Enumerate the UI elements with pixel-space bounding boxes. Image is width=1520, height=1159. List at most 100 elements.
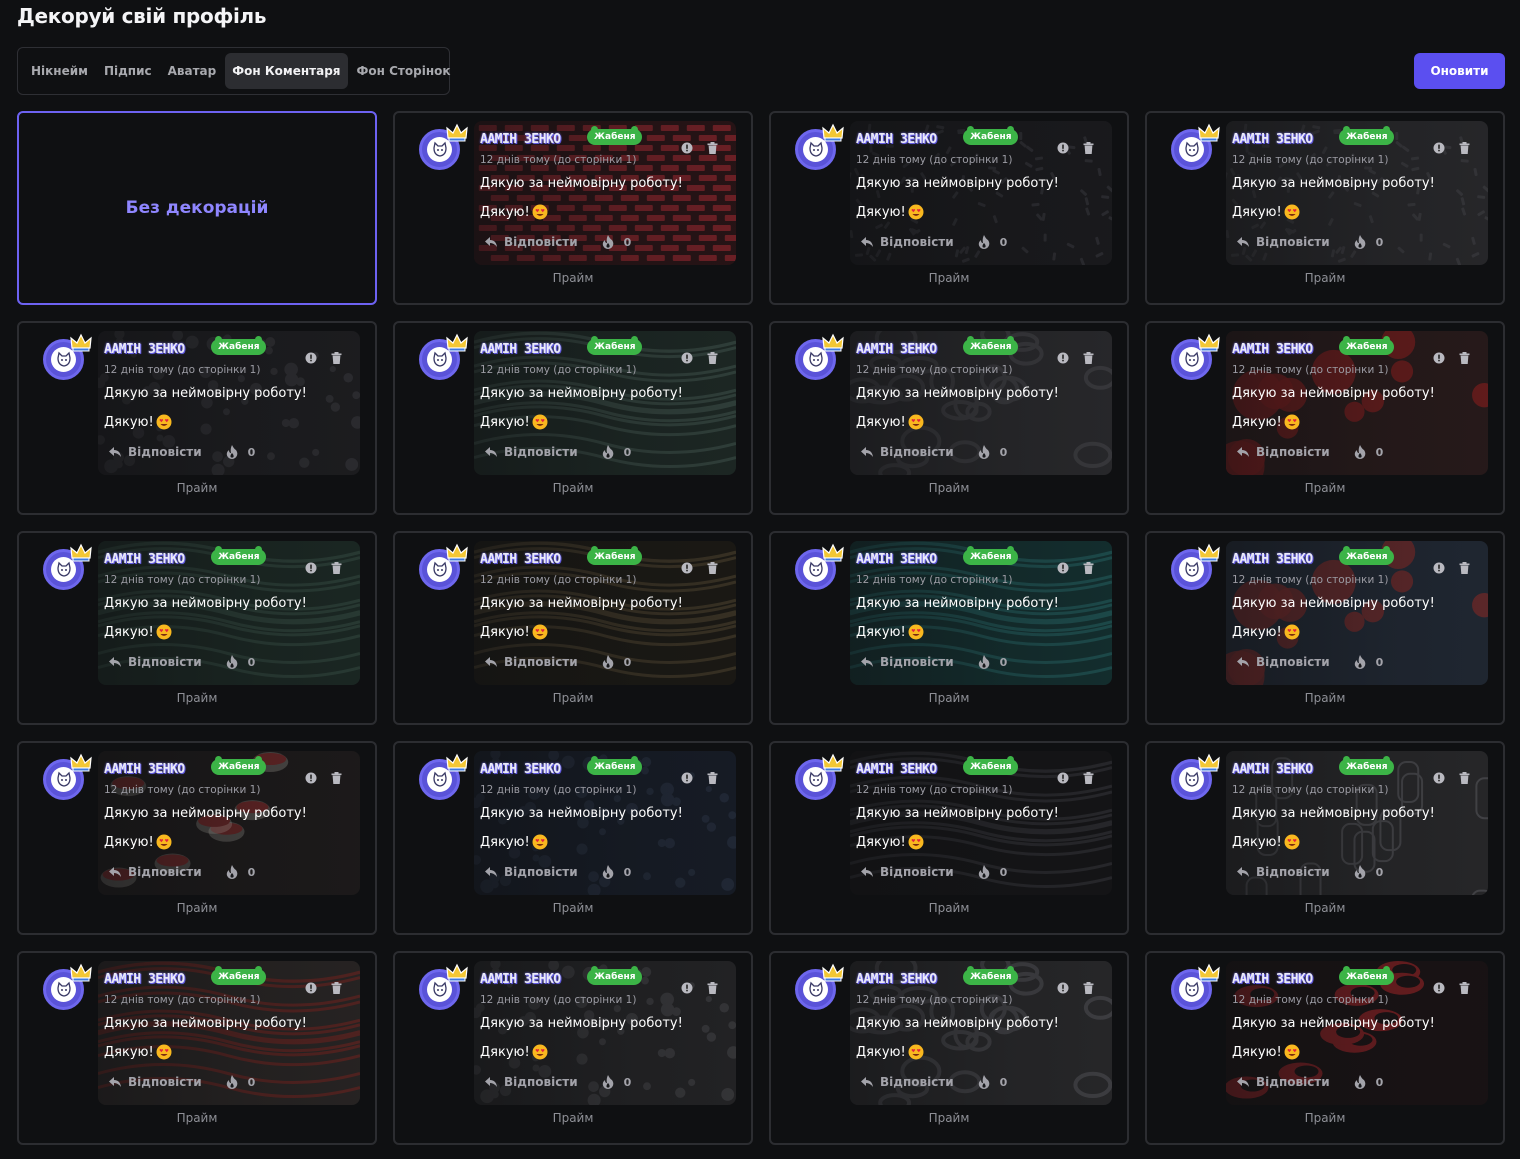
report-icon[interactable]: [1433, 142, 1445, 154]
decoration-card-14[interactable]: AAMIH 3EHKO Жабеня 12 днів тому (до стор…: [769, 741, 1129, 935]
delete-icon[interactable]: [331, 352, 342, 364]
reply-button[interactable]: Відповісти: [128, 865, 202, 879]
delete-icon[interactable]: [1459, 142, 1470, 154]
report-icon[interactable]: [681, 142, 693, 154]
decoration-card-1[interactable]: AAMIH 3EHKO Жабеня 12 днів тому (до стор…: [393, 111, 753, 305]
delete-icon[interactable]: [331, 772, 342, 784]
reply-button[interactable]: Відповісти: [128, 655, 202, 669]
decoration-card-18[interactable]: AAMIH 3EHKO Жабеня 12 днів тому (до стор…: [769, 951, 1129, 1145]
reply-icon[interactable]: [860, 236, 874, 248]
report-icon[interactable]: [1433, 772, 1445, 784]
reply-button[interactable]: Відповісти: [504, 1075, 578, 1089]
decoration-card-5[interactable]: AAMIH 3EHKO Жабеня 12 днів тому (до стор…: [393, 321, 753, 515]
decoration-card-16[interactable]: AAMIH 3EHKO Жабеня 12 днів тому (до стор…: [17, 951, 377, 1145]
decoration-card-9[interactable]: AAMIH 3EHKO Жабеня 12 днів тому (до стор…: [393, 531, 753, 725]
report-icon[interactable]: [1433, 562, 1445, 574]
tab-comment-background[interactable]: Фон Коментаря: [225, 53, 348, 89]
reply-button[interactable]: Відповісти: [880, 235, 954, 249]
report-icon[interactable]: [681, 562, 693, 574]
reply-button[interactable]: Відповісти: [504, 445, 578, 459]
reply-button[interactable]: Відповісти: [880, 655, 954, 669]
report-icon[interactable]: [1433, 982, 1445, 994]
tab-nickname[interactable]: Нікнейм: [24, 53, 95, 89]
fire-reaction-icon[interactable]: [978, 235, 990, 249]
tab-page-background[interactable]: Фон Сторінок: [350, 53, 458, 89]
delete-icon[interactable]: [1459, 562, 1470, 574]
decoration-card-7[interactable]: AAMIH 3EHKO Жабеня 12 днів тому (до стор…: [1145, 321, 1505, 515]
delete-icon[interactable]: [707, 142, 718, 154]
reply-button[interactable]: Відповісти: [1256, 1075, 1330, 1089]
decoration-card-3[interactable]: AAMIH 3EHKO Жабеня 12 днів тому (до стор…: [1145, 111, 1505, 305]
delete-icon[interactable]: [707, 982, 718, 994]
delete-icon[interactable]: [1083, 352, 1094, 364]
no-decoration-card[interactable]: Без декорацій: [17, 111, 377, 305]
delete-icon[interactable]: [1083, 562, 1094, 574]
report-icon[interactable]: [305, 772, 317, 784]
reply-button[interactable]: Відповісти: [880, 1075, 954, 1089]
fire-reaction-icon[interactable]: [602, 1075, 614, 1089]
fire-reaction-icon[interactable]: [978, 865, 990, 879]
delete-icon[interactable]: [331, 982, 342, 994]
report-icon[interactable]: [1057, 772, 1069, 784]
delete-icon[interactable]: [331, 562, 342, 574]
fire-reaction-icon[interactable]: [226, 865, 238, 879]
delete-icon[interactable]: [1083, 772, 1094, 784]
fire-reaction-icon[interactable]: [226, 1075, 238, 1089]
fire-reaction-icon[interactable]: [1354, 655, 1366, 669]
delete-icon[interactable]: [1083, 982, 1094, 994]
reply-icon[interactable]: [484, 1076, 498, 1088]
reply-button[interactable]: Відповісти: [880, 865, 954, 879]
reply-icon[interactable]: [1236, 236, 1250, 248]
report-icon[interactable]: [305, 562, 317, 574]
reply-button[interactable]: Відповісти: [1256, 445, 1330, 459]
reply-icon[interactable]: [860, 866, 874, 878]
reply-icon[interactable]: [1236, 1076, 1250, 1088]
reply-icon[interactable]: [108, 1076, 122, 1088]
reply-icon[interactable]: [484, 446, 498, 458]
decoration-card-4[interactable]: AAMIH 3EHKO Жабеня 12 днів тому (до стор…: [17, 321, 377, 515]
decoration-card-15[interactable]: AAMIH 3EHKO Жабеня 12 днів тому (до стор…: [1145, 741, 1505, 935]
fire-reaction-icon[interactable]: [1354, 235, 1366, 249]
delete-icon[interactable]: [1459, 772, 1470, 784]
reply-button[interactable]: Відповісти: [128, 1075, 202, 1089]
reply-icon[interactable]: [860, 656, 874, 668]
reply-icon[interactable]: [108, 446, 122, 458]
fire-reaction-icon[interactable]: [602, 235, 614, 249]
fire-reaction-icon[interactable]: [602, 445, 614, 459]
report-icon[interactable]: [1057, 982, 1069, 994]
decoration-card-6[interactable]: AAMIH 3EHKO Жабеня 12 днів тому (до стор…: [769, 321, 1129, 515]
fire-reaction-icon[interactable]: [978, 445, 990, 459]
tab-signature[interactable]: Підпис: [97, 53, 159, 89]
report-icon[interactable]: [305, 982, 317, 994]
reply-button[interactable]: Відповісти: [128, 445, 202, 459]
tab-avatar[interactable]: Аватар: [161, 53, 224, 89]
decoration-card-13[interactable]: AAMIH 3EHKO Жабеня 12 днів тому (до стор…: [393, 741, 753, 935]
reply-button[interactable]: Відповісти: [1256, 865, 1330, 879]
reply-button[interactable]: Відповісти: [504, 865, 578, 879]
report-icon[interactable]: [1057, 562, 1069, 574]
fire-reaction-icon[interactable]: [978, 655, 990, 669]
update-button[interactable]: Оновити: [1414, 53, 1505, 89]
reply-icon[interactable]: [108, 866, 122, 878]
fire-reaction-icon[interactable]: [226, 445, 238, 459]
decoration-card-12[interactable]: AAMIH 3EHKO Жабеня 12 днів тому (до стор…: [17, 741, 377, 935]
reply-icon[interactable]: [1236, 866, 1250, 878]
fire-reaction-icon[interactable]: [226, 655, 238, 669]
report-icon[interactable]: [1433, 352, 1445, 364]
report-icon[interactable]: [1057, 142, 1069, 154]
reply-button[interactable]: Відповісти: [504, 235, 578, 249]
reply-button[interactable]: Відповісти: [880, 445, 954, 459]
fire-reaction-icon[interactable]: [602, 655, 614, 669]
delete-icon[interactable]: [707, 562, 718, 574]
reply-button[interactable]: Відповісти: [1256, 235, 1330, 249]
delete-icon[interactable]: [1083, 142, 1094, 154]
reply-icon[interactable]: [484, 236, 498, 248]
report-icon[interactable]: [681, 772, 693, 784]
reply-icon[interactable]: [484, 656, 498, 668]
fire-reaction-icon[interactable]: [1354, 865, 1366, 879]
report-icon[interactable]: [681, 982, 693, 994]
report-icon[interactable]: [681, 352, 693, 364]
reply-button[interactable]: Відповісти: [1256, 655, 1330, 669]
reply-icon[interactable]: [1236, 446, 1250, 458]
fire-reaction-icon[interactable]: [602, 865, 614, 879]
